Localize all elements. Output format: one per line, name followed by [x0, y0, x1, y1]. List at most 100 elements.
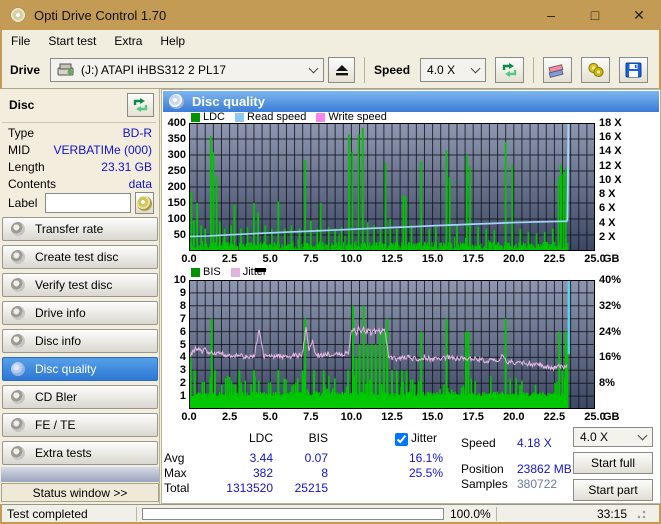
disc-label-input[interactable]	[45, 193, 132, 213]
axis-tick-label: 18 X	[599, 117, 622, 129]
write-label-button[interactable]	[135, 192, 154, 214]
start-full-button[interactable]: Start full	[573, 452, 653, 474]
avg-bis-value: 0.07	[304, 451, 328, 465]
drive-select-value: (J:) ATAPI iHBS312 2 PL17	[81, 63, 226, 77]
drive-icon	[57, 63, 74, 76]
sidebar-item-fe-te[interactable]: FE / TE	[2, 413, 158, 437]
disc-label-caption: Label	[8, 196, 38, 210]
disc-mid-label: MID	[8, 143, 30, 157]
sidebar-item-disc-quality[interactable]: Disc quality	[2, 357, 158, 381]
refresh-disc-button[interactable]	[127, 93, 154, 117]
axis-tick-label: 1	[179, 390, 186, 403]
axis-tick-label: 250	[167, 165, 186, 177]
avg-ldc-value: 3.44	[249, 451, 273, 465]
axis-tick-label: 3	[179, 364, 186, 377]
start-part-button[interactable]: Start part	[573, 479, 653, 501]
axis-tick-label: 24%	[599, 325, 622, 338]
eraser-icon	[548, 63, 564, 78]
sidebar-item-transfer-rate[interactable]: Transfer rate	[2, 217, 158, 241]
axis-tick-label: 4 X	[599, 216, 616, 229]
close-button[interactable]: ✕	[617, 0, 661, 30]
speed-stat-value: 4.18 X	[517, 436, 552, 450]
sidebar-item-label: Disc quality	[35, 362, 97, 376]
legend-label: BIS	[203, 266, 221, 278]
axis-tick-label: 9	[179, 286, 186, 299]
status-window-label: Status window >>	[32, 485, 128, 500]
axis-tick-label: 8 X	[599, 188, 616, 201]
chevron-down-icon	[470, 63, 481, 73]
position-stat-value: 23862 MB	[517, 462, 572, 476]
bis-column-header: BIS	[308, 431, 328, 445]
legend-swatch	[316, 112, 326, 122]
axis-tick-label: 7.5	[303, 411, 319, 423]
total-bis-value: 25215	[294, 481, 328, 495]
axis-tick-label: 12 X	[599, 159, 622, 172]
sidebar-item-label: Extra tests	[35, 446, 92, 460]
axis-tick-label: 0.0	[181, 411, 197, 423]
window-title: Opti Drive Control 1.70	[34, 7, 167, 23]
disc-mid-value: VERBATIMe (000)	[53, 143, 152, 157]
disc-icon	[11, 390, 25, 404]
maximize-button[interactable]: □	[573, 0, 617, 30]
resize-grip[interactable]	[635, 507, 647, 520]
toolbar-separator	[364, 57, 366, 83]
tools-icon	[587, 62, 604, 78]
sidebar-item-label: Transfer rate	[35, 222, 104, 236]
jitter-checkbox[interactable]	[395, 433, 408, 446]
avg-row-label: Avg	[164, 451, 185, 465]
minimize-button[interactable]: –	[529, 0, 573, 30]
legend-swatch	[191, 112, 200, 122]
erase-disc-button[interactable]	[543, 57, 573, 83]
max-jitter-value: 25.5%	[408, 466, 443, 480]
sidebar: Disc Type BD-R MID VERBATIMe (000) Lengt…	[0, 89, 160, 504]
disc-icon	[11, 334, 25, 348]
axis-tick-label: 8	[179, 299, 186, 312]
disc-icon	[11, 418, 25, 432]
refresh-speed-button[interactable]	[495, 57, 525, 83]
app-disc-icon	[10, 7, 26, 23]
save-floppy-icon	[625, 62, 642, 78]
axis-tick-label: 17.5	[462, 253, 484, 265]
speed-select[interactable]: 4.0 X	[420, 58, 487, 82]
menu-start-test[interactable]: Start test	[39, 31, 105, 51]
save-button[interactable]	[619, 57, 649, 83]
axis-tick-label: 100	[167, 213, 186, 225]
sidebar-item-disc-info[interactable]: Disc info	[2, 329, 158, 353]
ldc-chart-plot	[189, 123, 595, 251]
total-row-label: Total	[164, 481, 190, 495]
axis-tick-label: 5.0	[262, 411, 278, 423]
sidebar-item-extra-tests[interactable]: Extra tests	[2, 441, 158, 465]
disc-icon	[11, 222, 25, 236]
sidebar-band	[1, 467, 159, 482]
disc-icon	[11, 362, 25, 376]
axis-tick-label: 2 X	[599, 230, 616, 243]
axis-tick-label: 10.0	[340, 253, 363, 265]
refresh-icon	[133, 98, 148, 112]
disc-length-label: Length	[8, 160, 45, 174]
speed-stat-label: Speed	[461, 436, 496, 450]
menu-file[interactable]: File	[2, 31, 39, 51]
drive-select[interactable]: (J:) ATAPI iHBS312 2 PL17	[50, 58, 325, 82]
sidebar-item-cd-bler[interactable]: CD Bler	[2, 385, 158, 409]
disc-icon	[11, 446, 25, 460]
panel-title: Disc quality	[192, 94, 265, 109]
sidebar-item-create-test-disc[interactable]: Create test disc	[2, 245, 158, 269]
sidebar-item-drive-info[interactable]: Drive info	[2, 301, 158, 325]
eject-button[interactable]	[328, 57, 356, 83]
sidebar-item-label: Disc info	[35, 334, 82, 348]
menu-help[interactable]: Help	[151, 31, 194, 51]
axis-tick-label: 10	[173, 274, 186, 286]
status-window-button[interactable]: Status window >>	[1, 483, 159, 502]
advanced-tools-button[interactable]	[581, 57, 611, 83]
speed-select-value: 4.0 X	[427, 63, 456, 77]
disc-section-title: Disc	[9, 98, 35, 112]
divider	[136, 506, 137, 521]
test-speed-select[interactable]: 4.0 X	[573, 427, 653, 447]
axis-tick-label: 8%	[599, 377, 615, 390]
sidebar-item-verify-test-disc[interactable]: Verify test disc	[2, 273, 158, 297]
menu-extra[interactable]: Extra	[105, 31, 151, 51]
chevron-down-icon	[308, 63, 319, 73]
avg-jitter-value: 16.1%	[408, 451, 443, 465]
legend-label: Jitter	[242, 266, 267, 278]
bis-chart: BIS Jitter 10 9 8 7 6 5 4 3 2 1 40% 32% 24% 16% 8% 0.0 2.5…	[163, 265, 660, 425]
